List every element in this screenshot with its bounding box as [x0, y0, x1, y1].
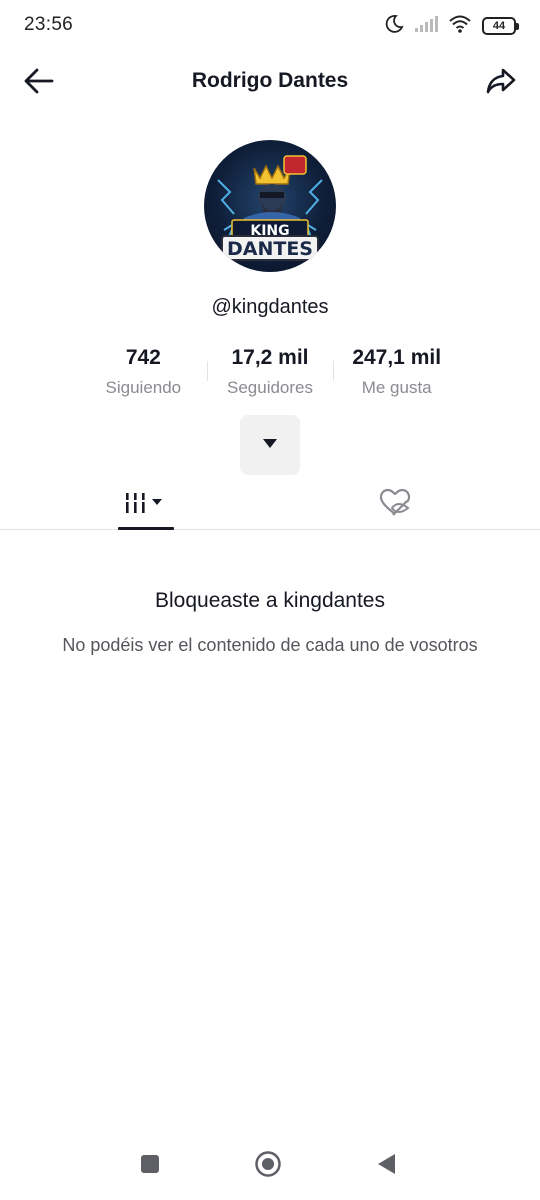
back-button[interactable]	[20, 65, 58, 101]
battery-icon: 44	[482, 17, 519, 35]
stat-likes[interactable]: 247,1 mil Me gusta	[333, 344, 460, 404]
signal-icon	[414, 15, 438, 38]
home-button[interactable]	[248, 1150, 288, 1182]
avatar[interactable]: KING DANTES	[204, 140, 336, 272]
tab-liked[interactable]	[260, 480, 530, 530]
battery-level: 44	[492, 20, 506, 32]
blocked-title: Bloqueaste a kingdantes	[154, 589, 385, 612]
wifi-icon	[448, 14, 472, 39]
caret-down-icon	[262, 436, 278, 454]
stat-value: 17,2 mil	[231, 346, 309, 369]
active-tab-indicator	[118, 527, 174, 530]
arrow-left-icon	[23, 67, 55, 100]
share-button[interactable]	[482, 65, 520, 101]
profile-stats: 742 Siguiendo 17,2 mil Seguidores 247,1 …	[80, 344, 460, 404]
stat-value: 742	[125, 346, 161, 369]
status-time: 23:56	[24, 14, 74, 35]
heart-eye-slash-icon	[378, 488, 412, 523]
tab-videos[interactable]	[10, 480, 280, 530]
status-bar: 23:56 44	[0, 0, 540, 52]
system-navigation-bar	[0, 1140, 540, 1192]
expand-button[interactable]	[240, 415, 300, 475]
stat-value: 247,1 mil	[352, 346, 442, 369]
stat-label: Me gusta	[361, 378, 432, 397]
circle-icon	[254, 1150, 282, 1183]
grid-bars-icon	[123, 488, 167, 523]
square-icon	[139, 1153, 161, 1180]
page-title: Rodrigo Dantes	[191, 69, 349, 92]
share-arrow-icon	[485, 67, 517, 100]
blocked-description: No podéis ver el contenido de cada uno d…	[62, 635, 478, 655]
stat-label: Siguiendo	[105, 378, 182, 397]
king-dantes-logo: KING DANTES	[217, 155, 323, 261]
profile-tabs	[0, 480, 540, 530]
status-icons: 44	[384, 14, 519, 39]
triangle-back-icon	[375, 1152, 397, 1181]
stat-label: Seguidores	[227, 378, 314, 397]
stat-followers[interactable]: 17,2 mil Seguidores	[206, 344, 334, 404]
stat-following[interactable]: 742 Siguiendo	[80, 344, 207, 404]
moon-icon	[384, 14, 404, 39]
back-nav-button[interactable]	[366, 1150, 406, 1182]
avatar-text-bottom: DANTES	[227, 238, 313, 260]
recents-button[interactable]	[130, 1150, 170, 1182]
username: @kingdantes	[211, 296, 329, 318]
profile-header: Rodrigo Dantes	[0, 55, 540, 111]
